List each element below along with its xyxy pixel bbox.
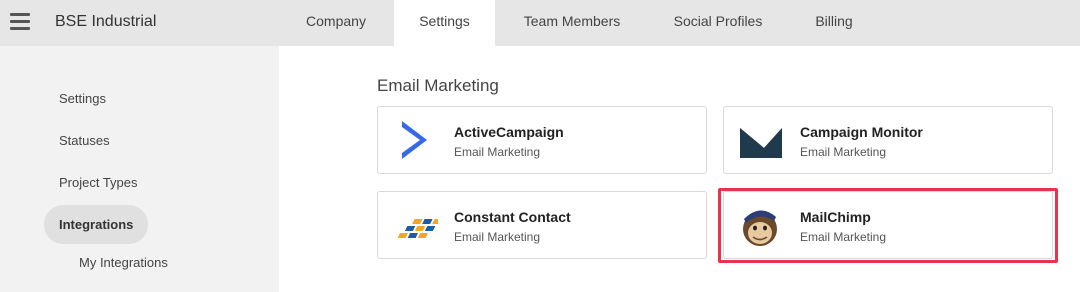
integration-category: Email Marketing (454, 145, 541, 159)
tab-social-profiles[interactable]: Social Profiles (650, 0, 786, 46)
sidebar-subitem-my-integrations[interactable]: My Integrations (79, 255, 168, 270)
tab-billing[interactable]: Billing (792, 0, 876, 46)
sidebar-item-integrations[interactable]: Integrations (59, 217, 133, 232)
integration-category: Email Marketing (800, 145, 887, 159)
sidebar-item-project-types[interactable]: Project Types (59, 175, 138, 190)
tab-company[interactable]: Company (284, 0, 388, 46)
hamburger-menu-icon[interactable] (10, 13, 30, 30)
section-title: Email Marketing (377, 76, 499, 95)
integration-category: Email Marketing (454, 230, 541, 244)
top-navigation-bar: BSE Industrial Company Settings Team Mem… (0, 0, 1080, 46)
sidebar-item-statuses[interactable]: Statuses (59, 133, 110, 148)
integration-card-constant-contact[interactable]: Constant Contact Email Marketing (377, 191, 707, 259)
integration-name: ActiveCampaign (454, 124, 564, 140)
mailchimp-highlight-box (718, 188, 1058, 263)
integration-name: Campaign Monitor (800, 124, 923, 140)
sidebar-item-settings[interactable]: Settings (59, 91, 106, 106)
app-title: BSE Industrial (55, 13, 157, 30)
integration-card-activecampaign[interactable]: ActiveCampaign Email Marketing (377, 106, 707, 174)
campaign-monitor-logo-icon (738, 118, 784, 162)
integration-card-campaign-monitor[interactable]: Campaign Monitor Email Marketing (723, 106, 1053, 174)
integration-name: Constant Contact (454, 209, 571, 225)
activecampaign-logo-icon (392, 118, 438, 162)
constant-contact-logo-icon (392, 203, 443, 247)
tab-settings[interactable]: Settings (394, 0, 495, 46)
tab-team-members[interactable]: Team Members (502, 0, 642, 46)
